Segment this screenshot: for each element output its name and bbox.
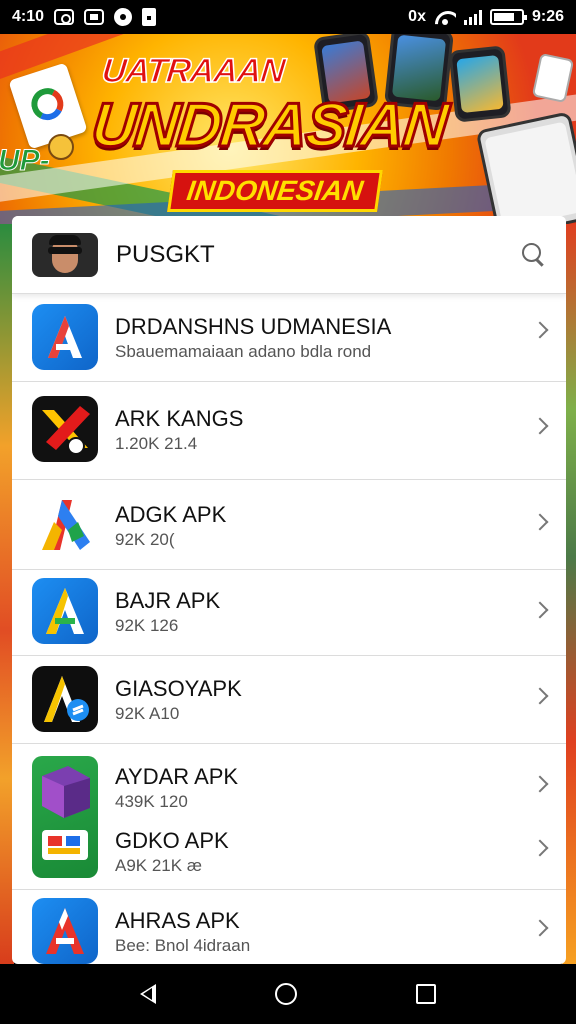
chevron-right-icon[interactable] xyxy=(531,775,549,793)
a-blue-red-icon xyxy=(32,898,98,964)
search-input[interactable]: PUSGKT xyxy=(116,241,215,269)
back-icon[interactable] xyxy=(139,984,156,1004)
app-list-item[interactable]: GIASOYAPK 92K A10 xyxy=(12,656,566,744)
app-subtitle: A9K 21K æ xyxy=(115,856,202,875)
recent-apps-icon[interactable] xyxy=(416,984,437,1004)
phone-graphic xyxy=(448,45,512,123)
chevron-right-icon[interactable] xyxy=(531,513,549,531)
chevron-right-icon[interactable] xyxy=(531,417,549,435)
app-list-item[interactable]: AHRAS APK Bee: Bnol 4idraan xyxy=(12,890,566,964)
shopping-bag-icon xyxy=(142,8,157,26)
app-list-item[interactable]: DRDANSHNS UDMANESIA Sbauemamaiaan adano … xyxy=(12,294,566,382)
app-title: GDKO APK xyxy=(115,828,229,853)
a-blue-icon xyxy=(32,578,98,644)
app-subtitle: Sbauemamaiaan adano bdla rond xyxy=(115,342,372,361)
status-network-text: 0x xyxy=(408,8,426,25)
chevron-right-icon[interactable] xyxy=(531,321,549,339)
banner-subtitle: INDONESIAN xyxy=(167,170,383,212)
banner-title: UNDRASIAN xyxy=(87,90,451,162)
banner-title-small: UATRAAAN xyxy=(99,51,287,91)
app-title: DRDANSHNS UDMANESIA xyxy=(115,314,392,339)
app-list-item[interactable]: AYDAR APK 439K 120 GDKO APK A9K 21K æ xyxy=(12,744,566,890)
home-icon[interactable] xyxy=(274,983,297,1005)
search-icon[interactable] xyxy=(522,242,546,267)
system-nav-bar xyxy=(0,964,576,1024)
app-title: AYDAR APK xyxy=(115,764,239,789)
chevron-right-icon[interactable] xyxy=(531,839,549,857)
app-list-card: PUSGKT DRDANSHNS UDMANESIA Sbauemamaiaan… xyxy=(12,216,566,964)
promo-banner[interactable]: UATRAAAN UNDRASIAN INDONESIAN UP- xyxy=(0,34,576,224)
status-time: 4:10 xyxy=(12,8,45,25)
chevron-right-icon[interactable] xyxy=(531,919,549,937)
app-title: ARK KANGS xyxy=(115,406,244,431)
avatar[interactable] xyxy=(32,232,98,277)
wifi-icon xyxy=(434,9,456,25)
app-title: BAJR APK xyxy=(115,588,221,613)
app-subtitle: 92K A10 xyxy=(115,704,180,723)
app-list-item[interactable]: ADGK APK 92K 20( xyxy=(12,480,566,570)
app-subtitle: 92K 20( xyxy=(115,530,175,549)
emoji-sticker xyxy=(48,134,74,160)
app-subtitle: 439K 120 xyxy=(115,792,188,811)
battery-icon xyxy=(489,9,527,25)
banner-side-text: UP- xyxy=(0,144,50,178)
app-list-item[interactable]: BAJR APK 92K 126 xyxy=(12,570,566,656)
chevron-right-icon[interactable] xyxy=(531,601,549,619)
search-bar[interactable]: PUSGKT xyxy=(12,216,566,294)
chevron-right-icon[interactable] xyxy=(531,687,549,705)
app-subtitle: Bee: Bnol 4idraan xyxy=(115,936,251,955)
chat-icon xyxy=(84,9,105,25)
status-clock: 9:26 xyxy=(531,8,564,25)
app-list-item[interactable]: ARK KANGS 1.20K 21.4 xyxy=(12,382,566,480)
app-title: AHRAS APK xyxy=(115,908,240,933)
x-app-icon xyxy=(32,396,98,462)
app-title: GIASOYAPK xyxy=(115,676,242,701)
app-subtitle: 92K 126 xyxy=(115,616,179,635)
a-dark-icon xyxy=(32,666,98,732)
app-title: ADGK APK xyxy=(115,502,227,527)
app-subtitle: 1.20K 21.4 xyxy=(115,434,198,453)
g-app-icon xyxy=(32,492,98,558)
notification-icon xyxy=(114,8,133,26)
cube-icon xyxy=(32,756,98,878)
signal-icon xyxy=(463,9,482,25)
a-blue-icon xyxy=(32,304,98,370)
status-bar: 4:10 0x 9:26 xyxy=(0,0,576,34)
sticker-card xyxy=(8,62,88,150)
camera-icon xyxy=(54,9,75,25)
